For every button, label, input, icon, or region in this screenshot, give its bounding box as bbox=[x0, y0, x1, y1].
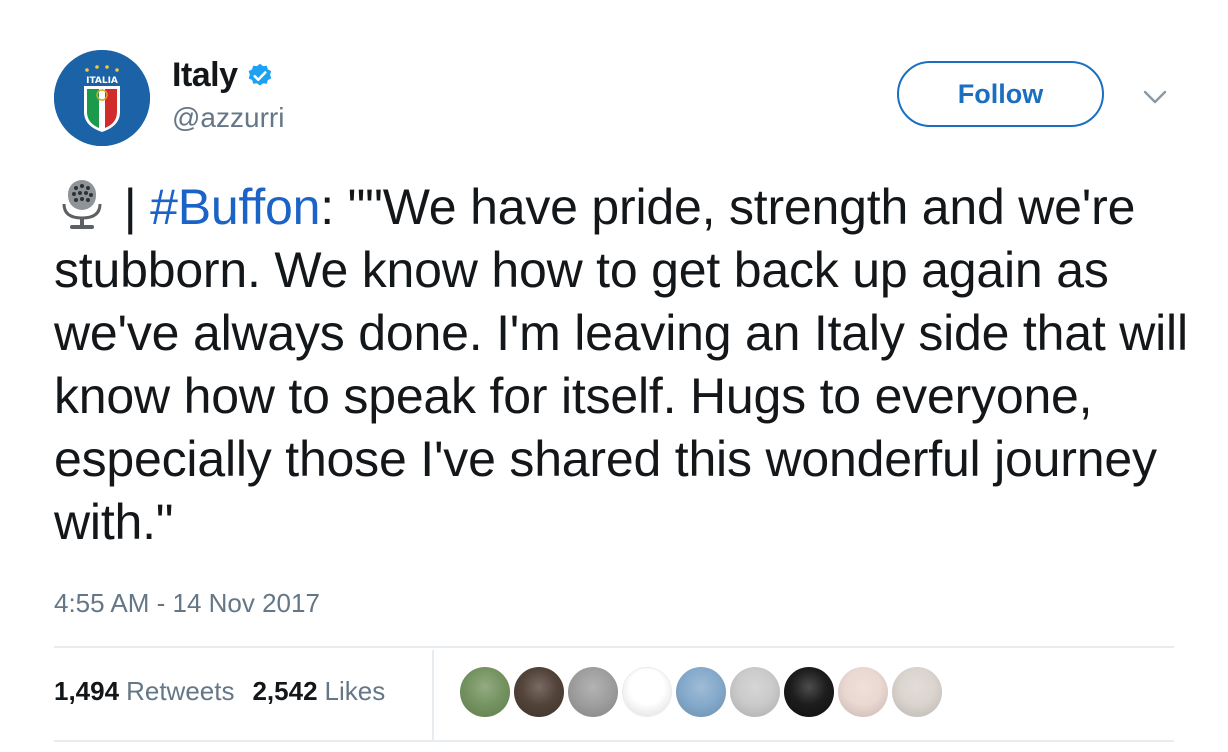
avatar-photo-shade bbox=[784, 667, 834, 717]
liker-avatar-7[interactable] bbox=[784, 667, 834, 717]
tweet-stats: 1,494 Retweets 2,542 Likes bbox=[54, 676, 385, 707]
retweets-label: Retweets bbox=[126, 676, 235, 706]
avatar-photo-shade bbox=[514, 667, 564, 717]
display-name[interactable]: Italy bbox=[172, 56, 238, 95]
likes-label: Likes bbox=[324, 676, 386, 706]
verified-badge-icon bbox=[248, 63, 271, 86]
retweets-stat[interactable]: 1,494 Retweets bbox=[54, 676, 234, 707]
likes-count: 2,542 bbox=[252, 676, 318, 706]
avatar-photo-shade bbox=[676, 667, 726, 717]
avatar-photo-shade bbox=[892, 667, 942, 717]
liker-avatar-2[interactable] bbox=[514, 667, 564, 717]
account-name-row[interactable]: Italy bbox=[172, 56, 274, 95]
avatar-photo-shade bbox=[730, 667, 780, 717]
tweet-text: | #Buffon: ""We have pride, strength and… bbox=[54, 176, 1194, 554]
account-avatar[interactable]: ITALIA bbox=[54, 50, 150, 146]
avatar-photo-shade bbox=[568, 667, 618, 717]
liker-avatar-6[interactable] bbox=[730, 667, 780, 717]
chevron-down-icon bbox=[1143, 90, 1167, 104]
hashtag-link[interactable]: #Buffon bbox=[150, 179, 320, 235]
likes-stat[interactable]: 2,542 Likes bbox=[252, 676, 385, 707]
avatar-photo-shade bbox=[838, 667, 888, 717]
liker-avatar-1[interactable] bbox=[460, 667, 510, 717]
stats-vertical-divider bbox=[432, 650, 434, 742]
liker-avatar-3[interactable] bbox=[568, 667, 618, 717]
liker-avatar-9[interactable] bbox=[892, 667, 942, 717]
follow-button[interactable]: Follow bbox=[897, 61, 1104, 127]
retweets-count: 1,494 bbox=[54, 676, 120, 706]
avatar-photo-shade bbox=[460, 667, 510, 717]
liker-avatars bbox=[460, 667, 942, 717]
liker-avatar-8[interactable] bbox=[838, 667, 888, 717]
stats-top-divider bbox=[54, 646, 1174, 648]
svg-text:ITALIA: ITALIA bbox=[86, 76, 118, 86]
liker-avatar-5[interactable] bbox=[676, 667, 726, 717]
liker-avatar-4[interactable] bbox=[622, 667, 672, 717]
italy-crest-icon: ITALIA bbox=[54, 50, 150, 146]
microphone-emoji-icon bbox=[62, 180, 102, 229]
avatar-photo-shade bbox=[623, 668, 671, 716]
more-options-button[interactable] bbox=[1140, 82, 1170, 112]
tweet-timestamp[interactable]: 4:55 AM - 14 Nov 2017 bbox=[54, 588, 320, 619]
account-handle[interactable]: @azzurri bbox=[172, 102, 284, 134]
stats-bottom-divider bbox=[54, 740, 1174, 742]
tweet-separator: | bbox=[110, 179, 151, 235]
